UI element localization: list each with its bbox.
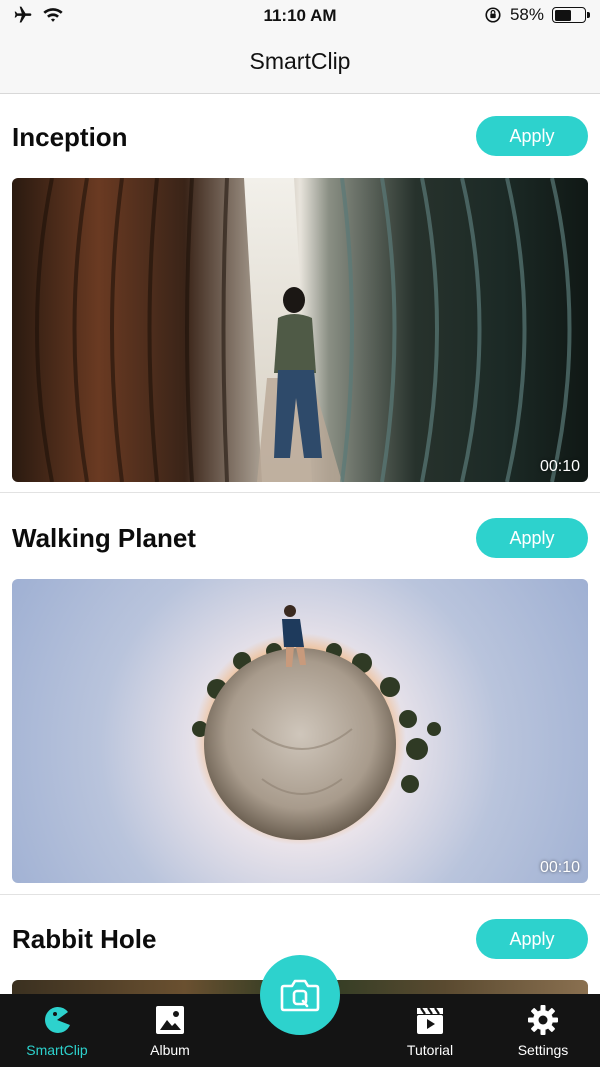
orientation-lock-icon xyxy=(485,7,501,23)
image-icon xyxy=(156,1006,184,1034)
tab-album[interactable]: Album xyxy=(115,994,225,1067)
template-card-walking-planet: Walking Planet Apply 00:10 xyxy=(0,495,600,893)
duration-label: 00:10 xyxy=(539,458,580,475)
template-title: Walking Planet xyxy=(12,523,196,553)
tab-label: Album xyxy=(150,1042,190,1058)
battery-level xyxy=(554,9,572,21)
status-right: 58% xyxy=(484,5,590,25)
nav-bar: SmartClip xyxy=(0,32,600,94)
apply-button[interactable]: Apply xyxy=(476,116,588,156)
battery-icon xyxy=(552,7,590,23)
tab-label: Tutorial xyxy=(406,1042,454,1058)
tab-settings[interactable]: Settings xyxy=(488,994,598,1067)
battery-percent: 58% xyxy=(509,5,544,24)
duration-label: 00:10 xyxy=(539,859,580,876)
apply-button[interactable]: Apply xyxy=(476,919,588,959)
template-title: Rabbit Hole xyxy=(12,924,157,954)
preview-illustration xyxy=(35,178,572,482)
template-preview-image[interactable]: 00:10 xyxy=(12,178,588,482)
gear-icon xyxy=(528,1005,558,1035)
status-bar: 11:10 AM 58% xyxy=(0,0,600,32)
template-card-inception: Inception Apply 00:10 xyxy=(0,94,600,492)
tab-smartclip[interactable]: SmartClip xyxy=(2,994,112,1067)
tab-tutorial[interactable]: Tutorial xyxy=(375,994,485,1067)
camera-button[interactable] xyxy=(260,955,340,1035)
camera-icon xyxy=(280,979,320,1012)
pacman-icon xyxy=(45,1006,70,1033)
preview-illustration xyxy=(192,605,441,845)
section-divider xyxy=(0,894,600,895)
section-divider xyxy=(0,492,600,493)
page-title: SmartClip xyxy=(249,48,351,74)
apply-button[interactable]: Apply xyxy=(476,518,588,558)
clapperboard-icon xyxy=(417,1007,443,1034)
template-title: Inception xyxy=(12,122,128,152)
tab-label: Settings xyxy=(517,1042,569,1058)
tab-label: SmartClip xyxy=(26,1042,88,1058)
template-preview-image[interactable]: 00:10 xyxy=(12,579,588,883)
